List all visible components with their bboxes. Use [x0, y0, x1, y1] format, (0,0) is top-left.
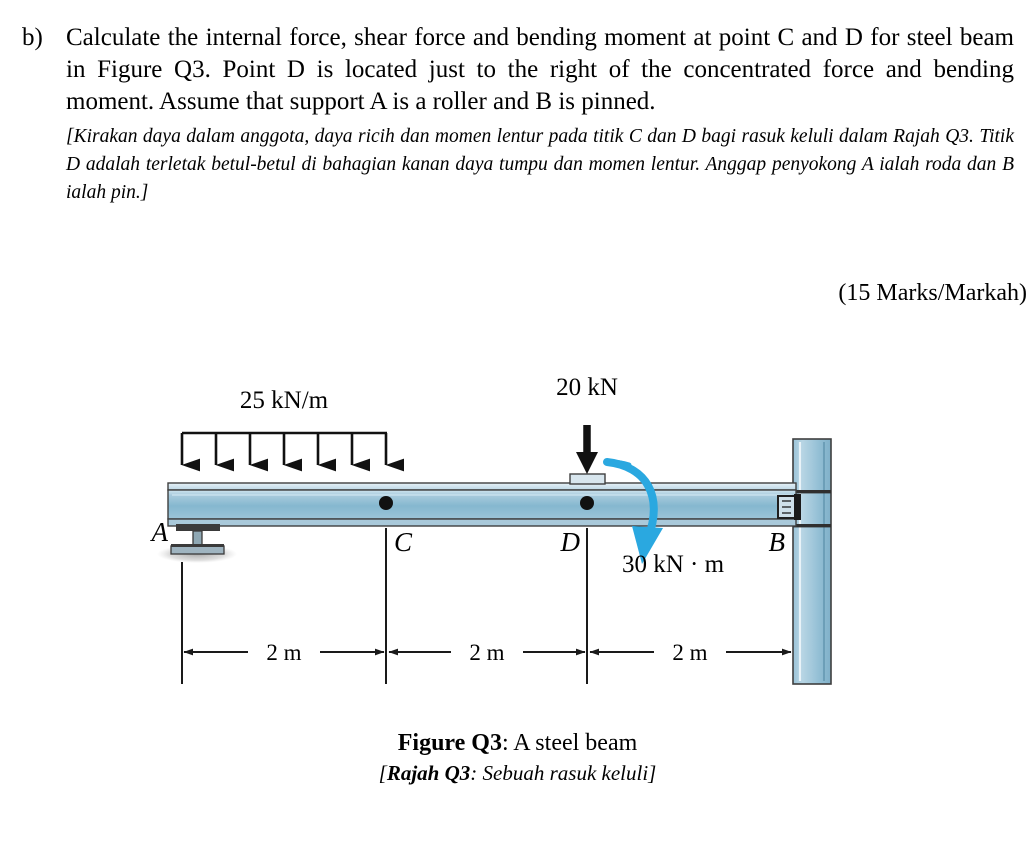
label-point-c: C: [394, 527, 413, 557]
figure-caption-english: Figure Q3: A steel beam: [0, 728, 1035, 759]
label-point-a: A: [150, 517, 169, 547]
figure-caption: Figure Q3: A steel beam [Rajah Q3: Sebua…: [0, 728, 1035, 788]
figure-caption-english-rest: : A steel beam: [501, 730, 638, 756]
question-row: b) Calculate the internal force, shear f…: [22, 22, 1014, 207]
question-block: b) Calculate the internal force, shear f…: [22, 22, 1014, 207]
figure-q3: 25 kN/m 20 kN 30 kN · m A C D B 2 m 2 m …: [0, 350, 1035, 790]
question-text-malay: [Kirakan daya dalam anggota, daya ricih …: [66, 126, 1014, 203]
question-body: Calculate the internal force, shear forc…: [66, 22, 1014, 207]
dimension-line-a-c: 2 m: [183, 638, 385, 666]
distributed-load-group: [180, 431, 404, 472]
dimension-label-a-c: 2 m: [266, 640, 301, 665]
beam-diagram: 25 kN/m 20 kN 30 kN · m A C D B 2 m 2 m …: [150, 374, 832, 685]
steel-beam: [167, 482, 797, 527]
point-marker-c: [379, 496, 393, 510]
dimension-label-d-b: 2 m: [672, 640, 707, 665]
marks-allocation: (15 Marks/Markah): [838, 280, 1027, 306]
support-b-column: [792, 438, 832, 685]
dimension-line-c-d: 2 m: [388, 638, 586, 666]
point-marker-d: [580, 496, 594, 510]
figure-caption-malay-bold: Rajah Q3: [386, 761, 471, 785]
label-point-d: D: [560, 527, 581, 557]
pin-connection-b: [777, 494, 801, 520]
figure-caption-malay: [Rajah Q3: Sebuah rasuk keluli]: [0, 759, 1035, 788]
question-marker: b): [22, 24, 43, 51]
question-text-english: Calculate the internal force, shear forc…: [66, 24, 1014, 115]
distributed-load-label: 25 kN/m: [240, 387, 329, 414]
dimension-label-c-d: 2 m: [469, 640, 504, 665]
label-point-b: B: [769, 527, 786, 557]
figure-caption-malay-rest: : Sebuah rasuk keluli]: [470, 761, 657, 785]
dimension-extension-lines: [181, 560, 588, 684]
figure-caption-english-bold: Figure Q3: [397, 730, 502, 756]
point-load-label: 20 kN: [556, 374, 618, 401]
applied-moment-label: 30 kN · m: [622, 551, 725, 578]
point-load-group: [569, 425, 606, 485]
dimension-line-d-b: 2 m: [589, 638, 792, 666]
figure-caption-malay-open: [: [378, 761, 387, 785]
support-a-roller: [170, 524, 225, 555]
